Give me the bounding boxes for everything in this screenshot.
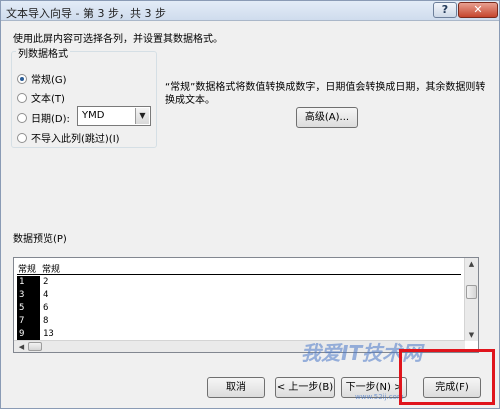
vertical-scroll-thumb[interactable] (466, 285, 477, 299)
radio-icon[interactable] (17, 132, 27, 143)
preview-row: 3 4 (17, 289, 457, 302)
column-header[interactable]: 常规 (18, 262, 36, 275)
preview-cell: 8 (43, 316, 49, 326)
text-import-wizard-dialog: 文本导入向导 - 第 3 步，共 3 步 ? ✕ 使用此屏内容可选择各列，并设置… (0, 0, 500, 409)
preview-row: 5 6 (17, 302, 457, 315)
preview-cell: 1 (19, 277, 25, 287)
instruction-text: 使用此屏内容可选择各列，并设置其数据格式。 (13, 34, 223, 45)
cancel-button[interactable]: 取消 (207, 377, 265, 398)
radio-general[interactable]: 常规(G) (17, 71, 67, 86)
radio-skip-column[interactable]: 不导入此列(跳过)(I) (17, 130, 120, 145)
preview-cell: 3 (19, 290, 25, 300)
radio-date-label: 日期(D): (31, 114, 70, 125)
column-header[interactable]: 常规 (42, 262, 60, 275)
date-format-select[interactable]: YMD ▼ (77, 106, 151, 126)
dropdown-arrow-icon[interactable]: ▼ (135, 108, 149, 124)
preview-cell: 6 (43, 303, 49, 313)
radio-date[interactable]: 日期(D): (17, 110, 70, 125)
finish-highlight-annotation (399, 349, 495, 405)
advanced-button[interactable]: 高级(A)... (296, 107, 358, 128)
vertical-scrollbar[interactable]: ▲ ▼ (464, 258, 478, 341)
title-bar: 文本导入向导 - 第 3 步，共 3 步 ? ✕ (1, 1, 499, 21)
radio-checked-icon[interactable] (17, 73, 27, 84)
preview-row: 1 2 (17, 276, 457, 289)
preview-cell: 2 (43, 277, 49, 287)
close-button[interactable]: ✕ (458, 2, 498, 18)
preview-cell: 5 (19, 303, 25, 313)
scroll-left-arrow-icon[interactable]: ◀ (15, 341, 28, 353)
data-preview-content[interactable]: 常规 常规 1 2 3 4 5 6 7 8 9 13 (14, 258, 465, 341)
radio-skip-label: 不导入此列(跳过)(I) (31, 134, 120, 145)
horizontal-scroll-thumb[interactable] (28, 342, 42, 351)
format-description: “常规”数据格式将数值转换成数字，日期值会转换成日期，其余数据则转换成文本。 (165, 82, 486, 106)
window-title: 文本导入向导 - 第 3 步，共 3 步 (6, 7, 166, 20)
preview-row: 7 8 (17, 315, 457, 328)
radio-text-label: 文本(T) (31, 94, 65, 105)
preview-cell: 7 (19, 316, 25, 326)
column-format-legend: 列数据格式 (16, 45, 70, 60)
help-button[interactable]: ? (433, 2, 457, 18)
watermark-url: www.52ij.com (355, 393, 404, 401)
data-preview-label: 数据预览(P) (13, 234, 67, 245)
scroll-up-arrow-icon[interactable]: ▲ (465, 258, 478, 270)
preview-header-row: 常规 常规 (17, 262, 461, 275)
radio-icon[interactable] (17, 112, 27, 123)
radio-icon[interactable] (17, 92, 27, 103)
date-format-value: YMD (82, 110, 105, 121)
preview-cell: 4 (43, 290, 49, 300)
radio-general-label: 常规(G) (31, 75, 67, 86)
radio-text[interactable]: 文本(T) (17, 90, 65, 105)
